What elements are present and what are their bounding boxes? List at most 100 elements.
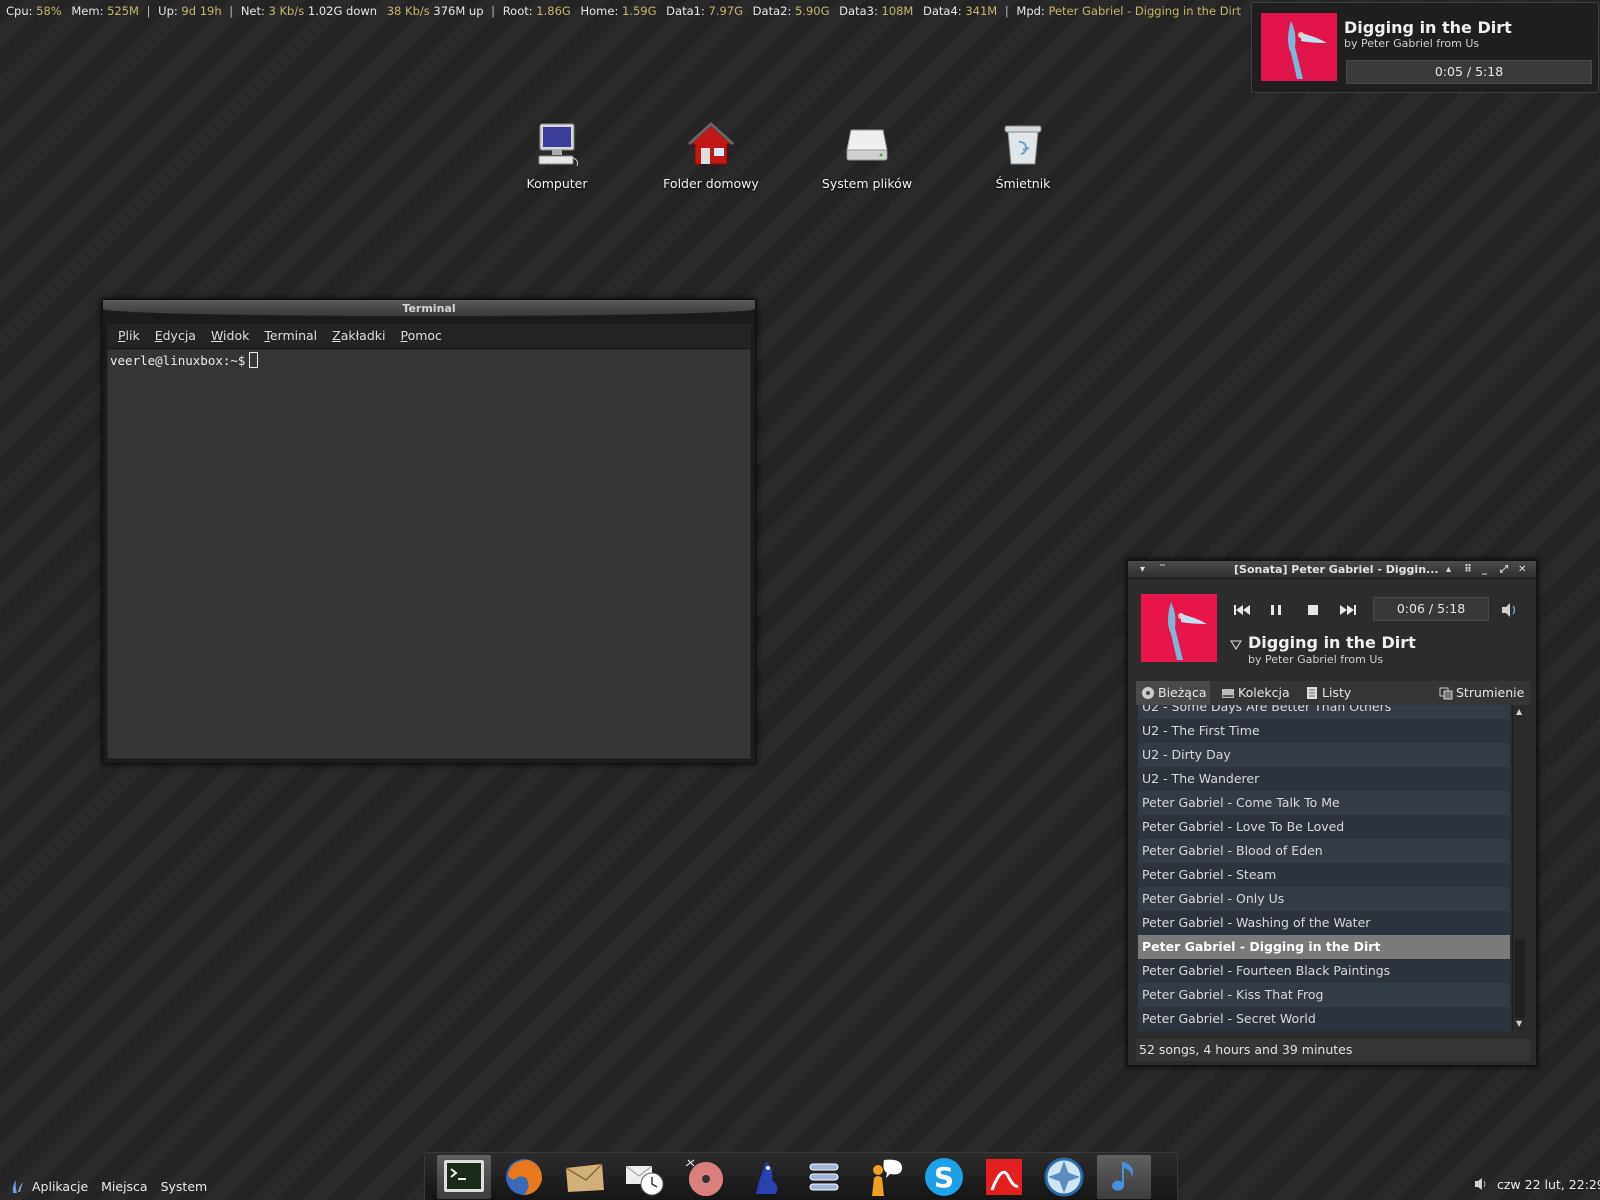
desktop-icon-computer[interactable]: Komputer — [492, 120, 622, 191]
playlist-row[interactable]: Peter Gabriel - Kiss That Frog — [1138, 983, 1510, 1007]
move-icon[interactable]: ⠿ — [1464, 561, 1472, 579]
next-icon[interactable] — [1337, 599, 1359, 621]
menu-bookmarks[interactable]: Zakładki — [332, 324, 385, 348]
panel-menu-system[interactable]: System — [161, 1179, 208, 1194]
playlist-row[interactable]: Peter Gabriel - Love To Be Loved — [1138, 815, 1510, 839]
data1-label: Data1: — [666, 4, 705, 18]
playlist-row[interactable]: U2 - The Wanderer — [1138, 767, 1510, 791]
album-art-icon — [1261, 13, 1337, 81]
data1-value: 7.97G — [708, 4, 744, 18]
previous-icon[interactable] — [1231, 599, 1253, 621]
terminal-prompt: veerle@linuxbox:~$ — [110, 353, 246, 368]
now-playing-notification[interactable]: Digging in the Dirt by Peter Gabriel fro… — [1251, 2, 1599, 93]
data3-value: 108M — [881, 4, 914, 18]
playlist-row[interactable]: Peter Gabriel - Steam — [1138, 863, 1510, 887]
raise-icon[interactable]: ▴ — [1446, 561, 1451, 579]
aperture-icon — [1044, 1157, 1084, 1197]
playlist-row[interactable]: Peter Gabriel - Come Talk To Me — [1138, 791, 1510, 815]
panel-menu-bar: Aplikacje Miejsca System — [10, 1178, 216, 1194]
stop-icon[interactable] — [1302, 599, 1324, 621]
album-art-icon[interactable] — [1141, 594, 1217, 662]
dock-item-mail-notifier[interactable] — [617, 1155, 671, 1199]
playlist-row[interactable]: Peter Gabriel - Fourteen Black Paintings — [1138, 959, 1510, 983]
dock-item-firefox[interactable] — [497, 1155, 551, 1199]
foot-logo-icon[interactable] — [10, 1178, 24, 1194]
playlist-row[interactable]: Peter Gabriel - Only Us — [1138, 887, 1510, 911]
playlist[interactable]: U2 - Some Days Are Better Than Others U2 … — [1138, 705, 1510, 1031]
window-menu-icon[interactable]: ▾ — [1140, 561, 1145, 579]
chat-icon — [872, 1159, 902, 1196]
dock-item-aperture[interactable] — [1037, 1155, 1091, 1199]
tab-streams[interactable]: Strumienie — [1434, 681, 1530, 705]
library-icon — [1222, 689, 1234, 698]
sonata-titlebar[interactable]: ▾ ‾ [Sonata] Peter Gabriel - Diggin... ▴… — [1128, 561, 1536, 579]
close-icon[interactable]: ✕ — [1518, 561, 1526, 579]
dock-item-chat[interactable] — [857, 1155, 911, 1199]
dock-item-pdf-reader[interactable] — [977, 1155, 1031, 1199]
shade-icon[interactable]: ‾ — [1160, 561, 1165, 579]
playlist-row[interactable]: Peter Gabriel - Washing of the Water — [1138, 911, 1510, 935]
dock-item-stack[interactable] — [797, 1155, 851, 1199]
menu-view[interactable]: Widok — [211, 324, 249, 348]
desktop-icon-home-folder[interactable]: Folder domowy — [646, 120, 776, 191]
menu-edit[interactable]: Edycja — [155, 324, 196, 348]
sonata-status: 52 songs, 4 hours and 39 minutes — [1136, 1039, 1530, 1061]
maximize-icon[interactable]: ⤢ — [1500, 561, 1508, 579]
volume-icon[interactable] — [1473, 1177, 1489, 1191]
scrollbar-thumb[interactable] — [1515, 940, 1525, 1018]
root-value: 1.86G — [536, 4, 571, 18]
cpu-value: 58% — [36, 4, 62, 18]
panel-menu-places[interactable]: Miejsca — [101, 1179, 147, 1194]
tab-current[interactable]: Bieżąca — [1136, 681, 1210, 705]
menu-help[interactable]: Pomoc — [400, 324, 441, 348]
desktop-icon-label: System plików — [821, 176, 913, 191]
terminal-titlebar[interactable]: Terminal — [103, 300, 755, 317]
separator: | — [146, 4, 151, 18]
scroll-up-icon[interactable]: ▲ — [1516, 707, 1522, 716]
sonata-progress[interactable]: 0:06 / 5:18 — [1373, 597, 1489, 621]
tab-collection[interactable]: Kolekcja — [1216, 681, 1298, 705]
menu-terminal[interactable]: Terminal — [264, 324, 317, 348]
mpd-value: Peter Gabriel - Digging in the Dirt — [1048, 4, 1241, 18]
desktop-icon-label: Folder domowy — [663, 176, 759, 191]
menu-file[interactable]: Plik — [118, 324, 140, 348]
svg-text:S: S — [934, 1161, 954, 1194]
terminal-window[interactable]: Terminal Plik Edycja Widok Terminal Zakł… — [102, 299, 756, 764]
dock-item-mail[interactable] — [557, 1155, 611, 1199]
volume-icon[interactable] — [1498, 599, 1520, 621]
expander-icon[interactable] — [1230, 639, 1242, 651]
net-label: Net: — [240, 4, 265, 18]
tab-label: Bieżąca — [1158, 685, 1207, 700]
scroll-down-icon[interactable]: ▼ — [1516, 1019, 1522, 1028]
panel-menu-applications[interactable]: Aplikacje — [32, 1179, 88, 1194]
dock-item-terminal[interactable] — [437, 1155, 491, 1199]
panel-clock[interactable]: czw 22 lut, 22:29 — [1497, 1177, 1600, 1192]
data3-label: Data3: — [839, 4, 878, 18]
dock-item-cd-burner[interactable] — [677, 1155, 731, 1199]
dock-item-music[interactable] — [1097, 1155, 1151, 1199]
playlist-row[interactable]: U2 - The First Time — [1138, 719, 1510, 743]
playlist-row[interactable]: Peter Gabriel - Digging in the Dirt — [1138, 935, 1510, 959]
desktop-icon-filesystem[interactable]: System plików — [802, 120, 932, 191]
sonata-window[interactable]: ▾ ‾ [Sonata] Peter Gabriel - Diggin... ▴… — [1127, 560, 1537, 1066]
minimize-icon[interactable]: _ — [1482, 561, 1487, 579]
terminal-cursor — [249, 352, 259, 368]
playlist-row[interactable]: Peter Gabriel - Blood of Eden — [1138, 839, 1510, 863]
data4-value: 341M — [965, 4, 998, 18]
harddrive-icon — [846, 129, 888, 161]
sonata-tabs: Bieżąca Kolekcja Listy odtwarzania Strum… — [1136, 681, 1530, 724]
playlist-scrollbar[interactable]: ▲ ▼ — [1512, 705, 1526, 1031]
notification-subtitle: by Peter Gabriel from Us — [1344, 37, 1480, 50]
data2-label: Data2: — [752, 4, 792, 18]
terminal-screen[interactable]: veerle@linuxbox:~$ — [107, 349, 751, 759]
playlist-row[interactable]: U2 - Dirty Day — [1138, 743, 1510, 767]
dock: S — [424, 1152, 1178, 1200]
tab-playlists[interactable]: Listy odtwarzania — [1300, 681, 1430, 724]
dock-item-skype[interactable]: S — [917, 1155, 971, 1199]
desktop-icon-trash[interactable]: Śmietnik — [958, 120, 1088, 191]
playlist-row[interactable]: Peter Gabriel - Secret World — [1138, 1007, 1510, 1031]
playlist-row[interactable]: U2 - Some Days Are Better Than Others — [1138, 705, 1510, 719]
separator: | — [1004, 4, 1009, 18]
pause-icon[interactable] — [1265, 599, 1287, 621]
dock-item-pidgin[interactable] — [737, 1155, 791, 1199]
